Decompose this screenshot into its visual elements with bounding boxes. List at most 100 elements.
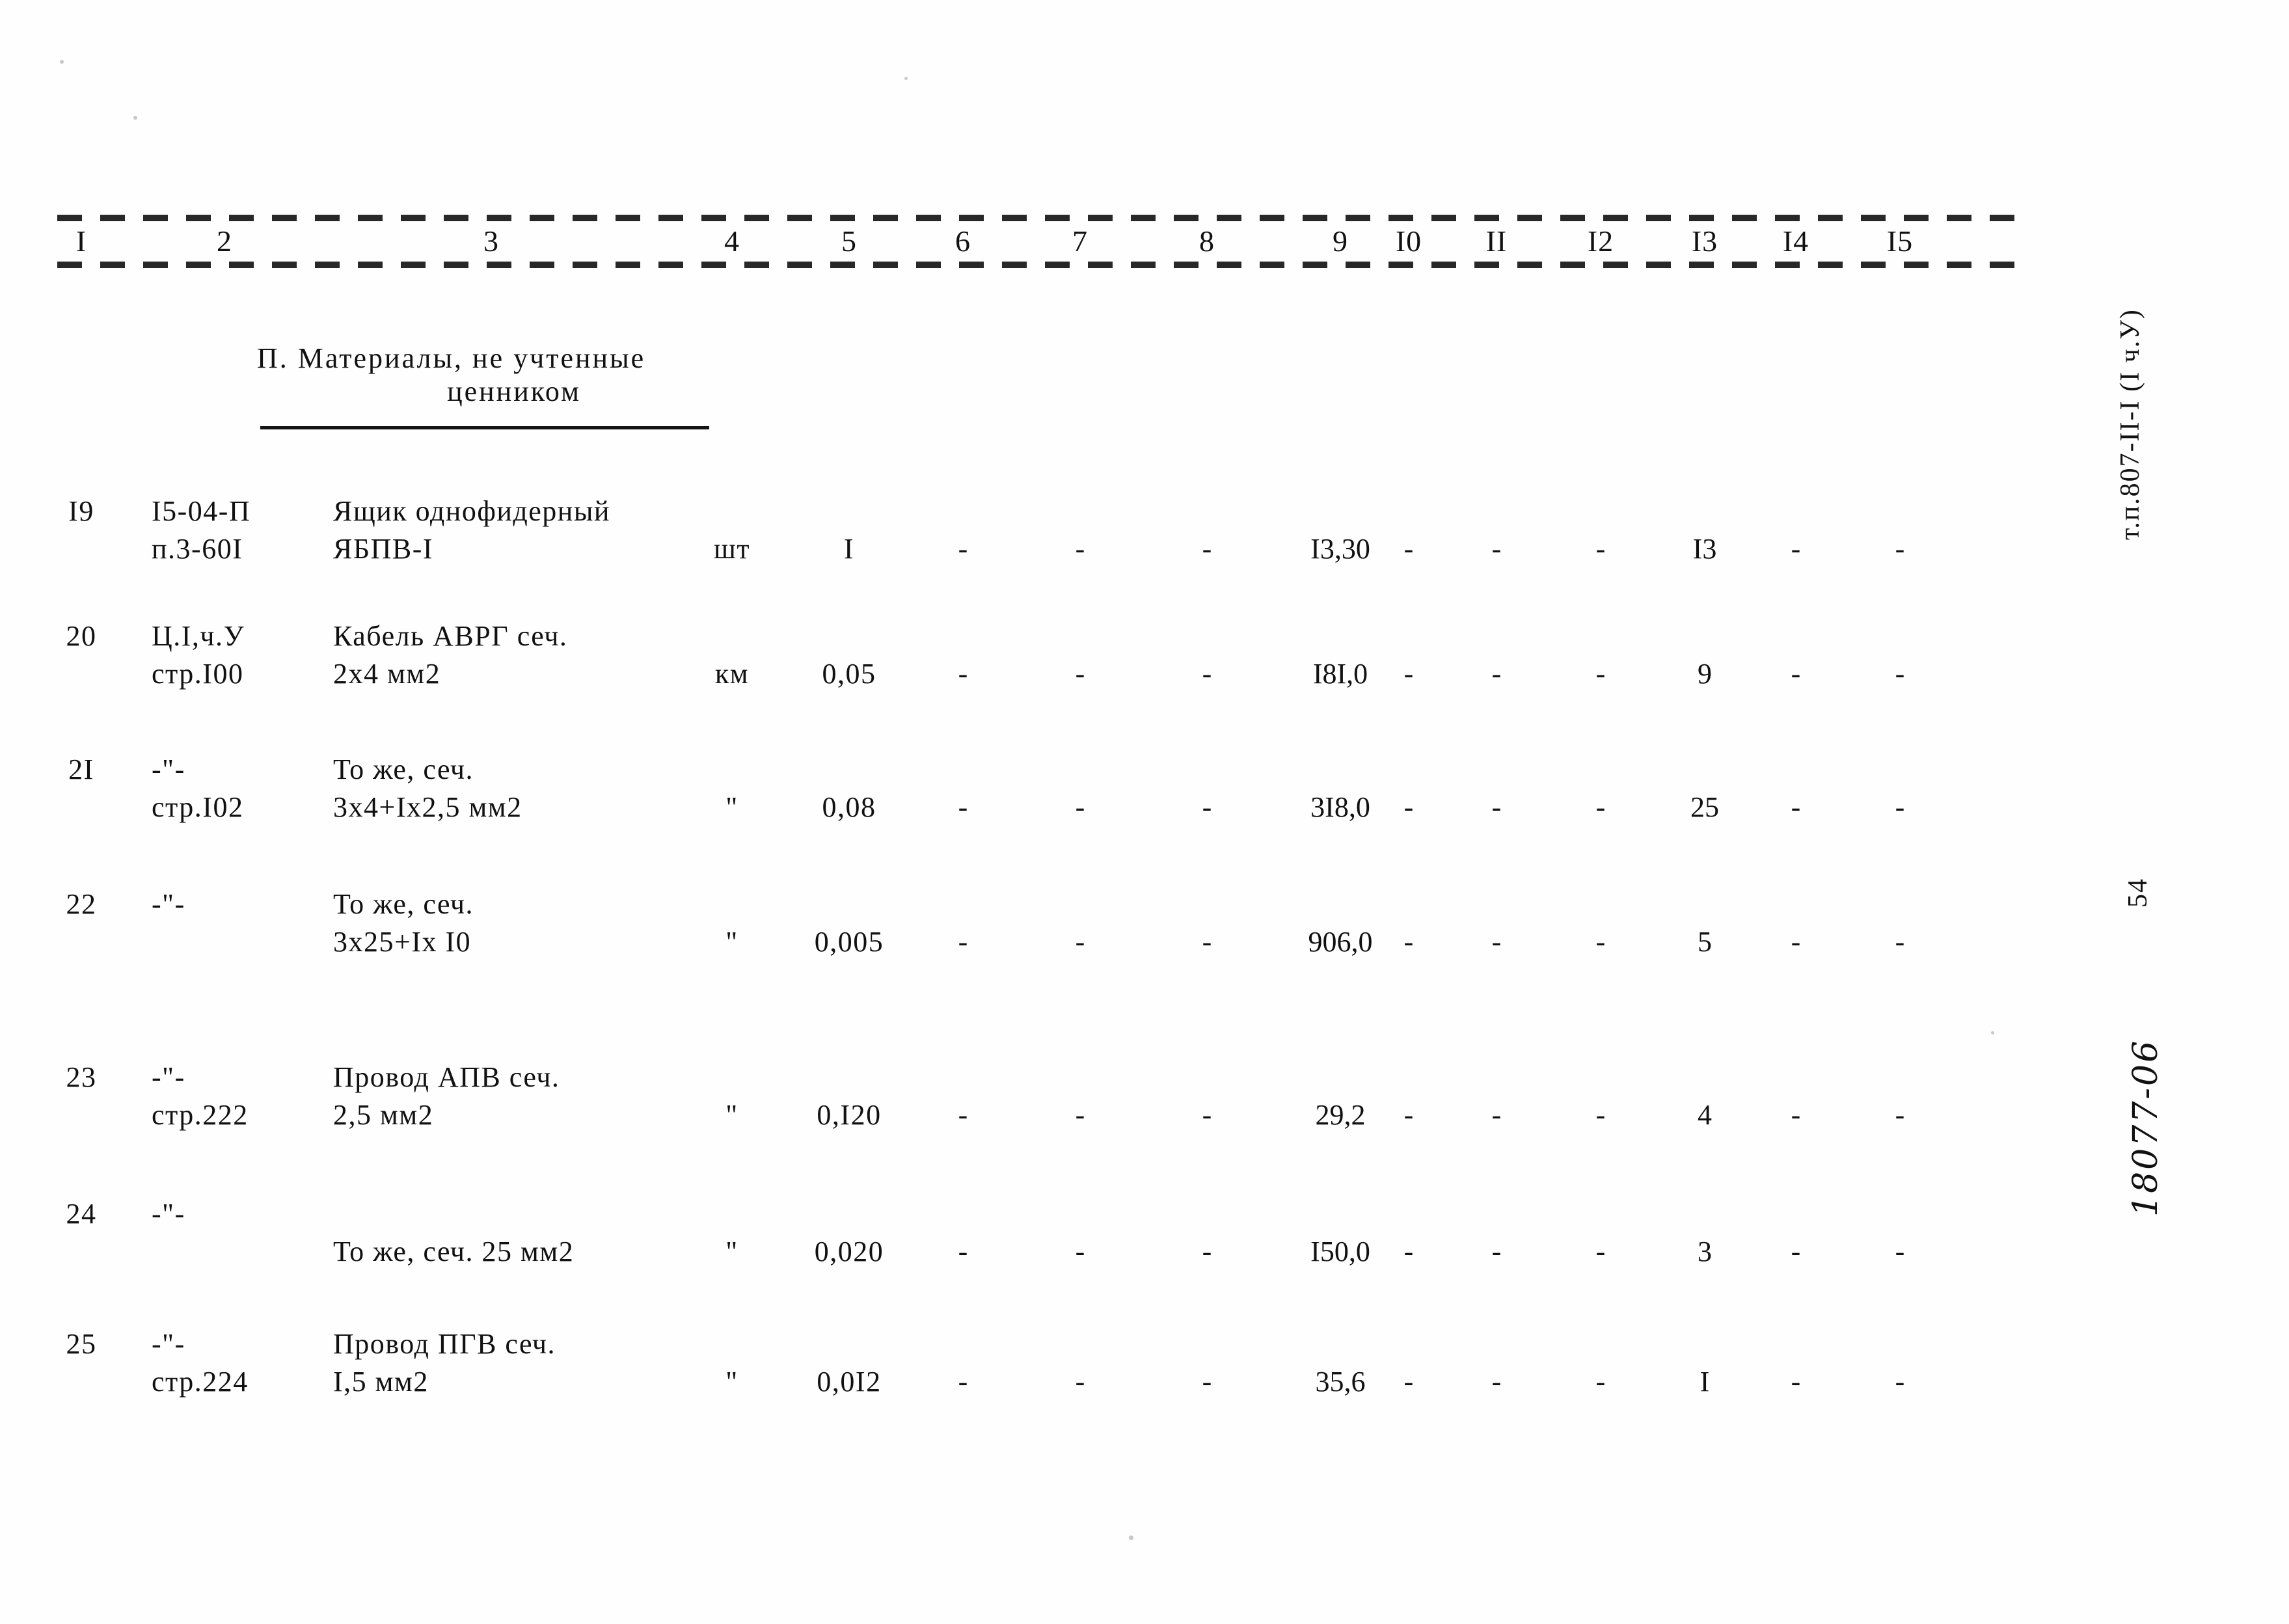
row-value-col-7: - [1075, 1366, 1085, 1398]
row-name-line-2: 3х25+Iх I0 [333, 926, 472, 958]
scan-speck [60, 60, 64, 64]
row-quantity: 0,005 [814, 926, 884, 958]
row-value-col-6: - [958, 1099, 968, 1131]
row-number: 2I [68, 753, 94, 785]
row-value-col-8: - [1202, 926, 1212, 958]
row-unit: " [725, 1366, 738, 1398]
row-value-col-13: 25 [1690, 791, 1719, 823]
row-value-col-12: - [1595, 926, 1606, 958]
row-code-line-2: стр.I02 [152, 791, 244, 823]
row-quantity: 0,08 [822, 791, 876, 823]
row-value-col-8: - [1202, 658, 1212, 690]
row-number: 24 [66, 1198, 97, 1230]
row-value-col-6: - [958, 926, 968, 958]
row-value-col-6: - [958, 1236, 968, 1267]
row-name-line-2: То же, сеч. 25 мм2 [333, 1236, 575, 1267]
row-value-col-13: I [1700, 1366, 1710, 1398]
row-number: I9 [68, 495, 94, 527]
row-code-line-2: п.3-60I [152, 533, 243, 565]
scanned-page: I 2 3 4 5 6 7 8 9 I0 II I2 I3 I4 I5 П. Материалы, не у… [0, 0, 2289, 1624]
row-value-col-10: - [1403, 533, 1414, 565]
row-code-line-1: Ц.I,ч.У [152, 620, 245, 652]
row-quantity: 0,I20 [817, 1099, 882, 1131]
column-number-15: I5 [1886, 224, 1914, 258]
column-number-3: 3 [483, 224, 499, 258]
scan-speck [1129, 1536, 1133, 1540]
row-value-col-11: - [1491, 658, 1502, 690]
section-heading-line-1: П. Материалы, не учтенные [257, 342, 646, 374]
table-row: 23 -"- стр.222 Провод АПВ сеч. 2,5 мм2 " 0,I20… [0, 1059, 2289, 1137]
margin-page-number: 54 [2123, 878, 2153, 908]
row-code-line-2: стр.222 [152, 1099, 249, 1131]
row-name-line-2: I,5 мм2 [333, 1366, 429, 1398]
column-number-1: I [75, 224, 87, 258]
column-number-9: 9 [1333, 224, 1348, 258]
row-value-col-15: - [1895, 926, 1905, 958]
row-value-col-7: - [1075, 1236, 1085, 1267]
row-code-line-1: -"- [152, 1328, 185, 1360]
scan-speck [904, 77, 908, 80]
scan-speck [1991, 1031, 1994, 1035]
row-name-line-1: Провод ПГВ сеч. [333, 1328, 556, 1360]
row-value-col-10: - [1403, 658, 1414, 690]
row-name-line-2: ЯБПВ-I [333, 533, 434, 565]
table-bottom-dashed-rule [57, 262, 2021, 268]
row-value-col-12: - [1595, 533, 1606, 565]
row-value-col-10: - [1403, 926, 1414, 958]
row-name-line-2: 3х4+Iх2,5 мм2 [333, 791, 522, 823]
row-value-col-15: - [1895, 1099, 1905, 1131]
row-value-col-14: - [1791, 1099, 1801, 1131]
table-row: I9 I5-04-П п.3-60I Ящик однофидерный ЯБПВ-I ш… [0, 493, 2289, 571]
row-code-line-1: -"- [152, 1198, 185, 1230]
table-top-dashed-rule [57, 215, 2021, 221]
row-value-col-14: - [1791, 658, 1801, 690]
row-value-col-8: - [1202, 533, 1212, 565]
row-value-col-8: - [1202, 1099, 1212, 1131]
row-value-col-15: - [1895, 791, 1905, 823]
row-value-col-10: - [1403, 791, 1414, 823]
row-value-col-14: - [1791, 533, 1801, 565]
row-value-col-13: 9 [1698, 658, 1712, 690]
row-name-line-1: Кабель АВРГ сеч. [333, 620, 568, 652]
row-value-col-9: 3I8,0 [1310, 791, 1370, 823]
row-value-col-11: - [1491, 1366, 1502, 1398]
column-number-7: 7 [1072, 224, 1088, 258]
row-value-col-9: I3,30 [1310, 533, 1370, 565]
row-quantity: I [843, 533, 855, 565]
row-value-col-11: - [1491, 926, 1502, 958]
table-row: 24 -"- То же, сеч. 25 мм2 " 0,020 - - - I50,0 - - -… [0, 1196, 2289, 1274]
row-value-col-9: I50,0 [1310, 1236, 1370, 1267]
row-value-col-14: - [1791, 1236, 1801, 1267]
column-number-11: II [1485, 224, 1508, 258]
row-name-line-1: Ящик однофидерный [333, 495, 610, 527]
row-value-col-15: - [1895, 1236, 1905, 1267]
row-unit: " [725, 926, 738, 958]
row-number: 20 [66, 620, 97, 652]
column-number-row: I 2 3 4 5 6 7 8 9 I0 II I2 I3 I4 I5 [57, 221, 2021, 262]
row-code-line-1: -"- [152, 1061, 185, 1093]
row-quantity: 0,05 [822, 658, 876, 690]
row-code-line-1: I5-04-П [152, 495, 251, 527]
row-value-col-12: - [1595, 1236, 1606, 1267]
row-value-col-6: - [958, 1366, 968, 1398]
row-name-line-1: То же, сеч. [333, 888, 474, 920]
row-value-col-12: - [1595, 791, 1606, 823]
row-value-col-10: - [1403, 1099, 1414, 1131]
row-quantity: 0,0I2 [817, 1366, 882, 1398]
row-value-col-6: - [958, 658, 968, 690]
row-unit: шт [713, 533, 751, 565]
row-value-col-10: - [1403, 1236, 1414, 1267]
row-value-col-7: - [1075, 926, 1085, 958]
column-number-14: I4 [1782, 224, 1809, 258]
row-value-col-10: - [1403, 1366, 1414, 1398]
section-heading-underline [260, 426, 709, 429]
row-number: 22 [66, 888, 97, 920]
row-unit: " [725, 791, 738, 823]
table-row: 25 -"- стр.224 Провод ПГВ сеч. I,5 мм2 " 0,0I2… [0, 1326, 2289, 1404]
row-number: 25 [66, 1328, 97, 1360]
row-name-line-2: 2,5 мм2 [333, 1099, 434, 1131]
section-heading-line-2: ценником [447, 375, 581, 407]
row-value-col-11: - [1491, 533, 1502, 565]
row-value-col-6: - [958, 533, 968, 565]
row-value-col-15: - [1895, 658, 1905, 690]
